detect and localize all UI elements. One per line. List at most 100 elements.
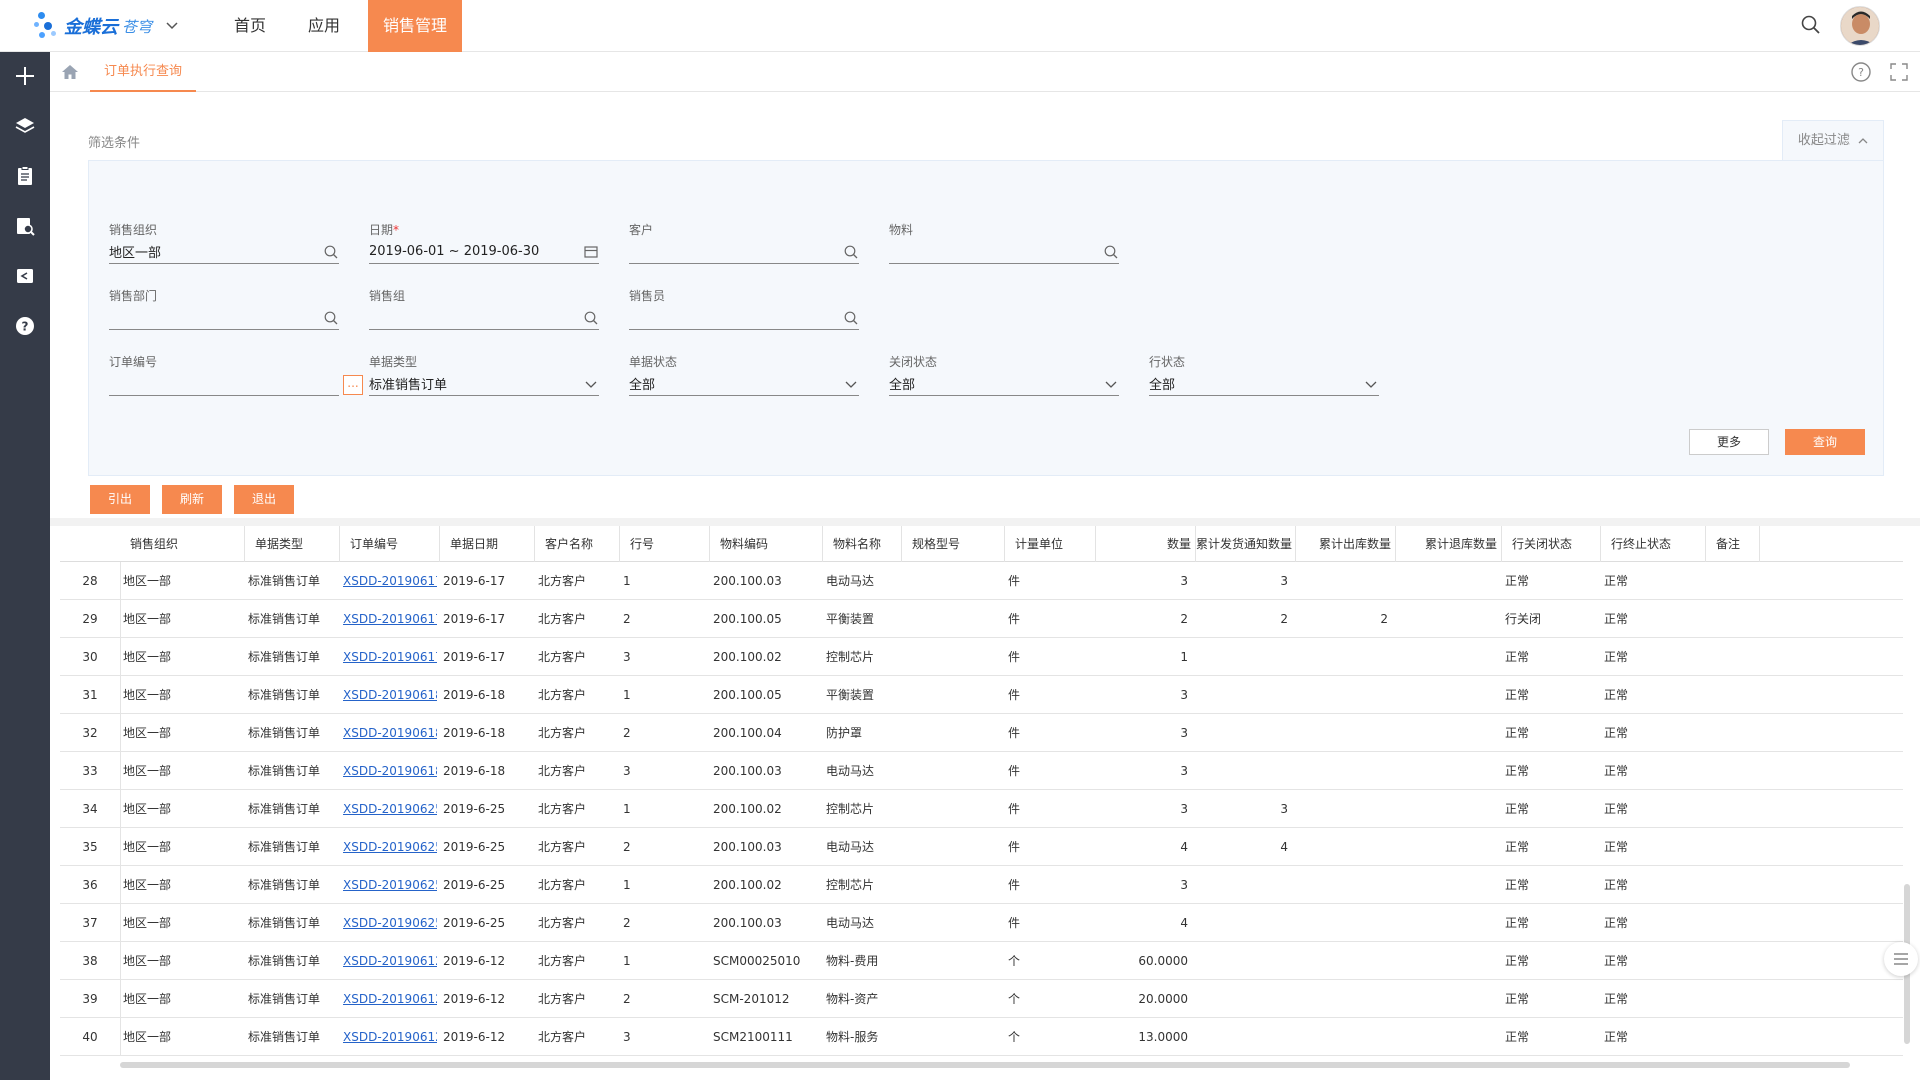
field-doc-type[interactable]: 单据类型 标准销售订单 bbox=[369, 353, 599, 396]
table-row[interactable]: 40 地区一部 标准销售订单 XSDD-20190612-0007 2019-6-12 北… bbox=[60, 1018, 1903, 1056]
doc-type: 标准销售订单 bbox=[248, 650, 321, 664]
order-link[interactable]: XSDD-20190618-0007 bbox=[343, 752, 437, 790]
order-link[interactable]: XSDD-20190617-0005 bbox=[343, 562, 437, 600]
order-link[interactable]: XSDD-20190617-0005 bbox=[343, 600, 437, 638]
field-salesperson[interactable]: 销售员 bbox=[629, 287, 859, 330]
col-material-code-header[interactable]: 物料编码 bbox=[710, 526, 823, 562]
field-label: 行状态 bbox=[1149, 355, 1186, 369]
field-row-status[interactable]: 行状态 全部 bbox=[1149, 353, 1379, 396]
table-row[interactable]: 33地区一部标准销售订单XSDD-20190618-00072019-6-18北… bbox=[60, 752, 1903, 790]
field-sales-org[interactable]: 销售组织 地区一部 bbox=[109, 221, 339, 264]
fullscreen-icon[interactable] bbox=[1888, 61, 1910, 83]
table-row[interactable]: 36 地区一部 标准销售订单 XSDD-20190625-0007 2019-6-25 北… bbox=[60, 866, 1903, 904]
field-doc-status[interactable]: 单据状态 全部 bbox=[629, 353, 859, 396]
help-circle-icon[interactable]: ? bbox=[1850, 61, 1872, 83]
clipboard-icon[interactable] bbox=[12, 163, 38, 189]
col-line-no-header[interactable]: 行号 bbox=[620, 526, 710, 562]
customer: 北方客户 bbox=[538, 574, 587, 588]
inbox-icon[interactable] bbox=[12, 263, 38, 289]
help-icon[interactable]: ? bbox=[12, 313, 38, 339]
table-row[interactable]: 35 地区一部 标准销售订单 XSDD-20190625-0006 2019-6-25 北… bbox=[60, 828, 1903, 866]
order-link[interactable]: XSDD-20190618-0007 bbox=[343, 676, 437, 714]
search-icon[interactable] bbox=[843, 310, 859, 326]
order-no-picker-button[interactable]: ... bbox=[343, 375, 363, 395]
table-row[interactable]: 34 地区一部 标准销售订单 XSDD-20190625-0006 2019-6-25 北… bbox=[60, 790, 1903, 828]
chevron-down-icon[interactable] bbox=[166, 19, 178, 33]
col-doc-date-header[interactable]: 单据日期 bbox=[440, 526, 535, 562]
search-icon[interactable] bbox=[583, 310, 599, 326]
nav-item-home[interactable]: 首页 bbox=[220, 0, 280, 52]
table-row[interactable]: 31地区一部标准销售订单XSDD-20190618-00072019-6-18北… bbox=[60, 676, 1903, 714]
order-link[interactable]: XSDD-20190625-0006 bbox=[343, 828, 437, 866]
table-row[interactable]: 32地区一部标准销售订单XSDD-20190618-00072019-6-18北… bbox=[60, 714, 1903, 752]
collapse-filter-button[interactable]: 收起过滤 bbox=[1782, 120, 1884, 162]
field-sales-group[interactable]: 销售组 bbox=[369, 287, 599, 330]
chevron-down-icon[interactable] bbox=[843, 376, 859, 392]
col-customer-header[interactable]: 客户名称 bbox=[535, 526, 620, 562]
nav-item-sales[interactable]: 销售管理 bbox=[368, 0, 463, 52]
order-link[interactable]: XSDD-20190612-0007 bbox=[343, 980, 437, 1018]
refresh-button[interactable]: 刷新 bbox=[162, 485, 222, 514]
brand-logo[interactable]: 金蝶云 苍穹 bbox=[34, 10, 178, 42]
col-out-qty-header[interactable]: 累计出库数量 bbox=[1296, 526, 1396, 562]
search-icon[interactable] bbox=[323, 310, 339, 326]
home-icon[interactable] bbox=[61, 63, 79, 81]
chevron-down-icon[interactable] bbox=[1363, 376, 1379, 392]
col-spec-header[interactable]: 规格型号 bbox=[902, 526, 1005, 562]
horizontal-scrollbar[interactable] bbox=[120, 1062, 1850, 1068]
table-row[interactable]: 37 地区一部 标准销售订单 XSDD-20190625-0007 2019-6-25 北… bbox=[60, 904, 1903, 942]
col-stop-status-header[interactable]: 行终止状态 bbox=[1601, 526, 1706, 562]
field-date[interactable]: 日期* 2019-06-01 ~ 2019-06-30 bbox=[369, 221, 599, 264]
field-close-status[interactable]: 关闭状态 全部 bbox=[889, 353, 1119, 396]
export-button[interactable]: 引出 bbox=[90, 485, 150, 514]
order-link[interactable]: XSDD-20190625-0006 bbox=[343, 790, 437, 828]
search-icon[interactable] bbox=[323, 244, 339, 260]
col-remark-header[interactable]: 备注 bbox=[1706, 526, 1760, 562]
table-row[interactable]: 29 地区一部 标准销售订单 XSDD-20190617-0005 2019-6-17 北… bbox=[60, 600, 1903, 638]
table-row[interactable]: 28 地区一部 标准销售订单 XSDD-20190617-0005 2019-6-17 北… bbox=[60, 562, 1903, 600]
col-order-no-header[interactable]: 订单编号 bbox=[340, 526, 440, 562]
unit: 件 bbox=[1008, 764, 1021, 778]
menu-icon[interactable] bbox=[1884, 942, 1918, 976]
more-button[interactable]: 更多 bbox=[1689, 429, 1769, 455]
layers-icon[interactable] bbox=[12, 113, 38, 139]
tab-tools: ? bbox=[1850, 61, 1910, 83]
col-doc-type-header[interactable]: 单据类型 bbox=[245, 526, 340, 562]
avatar[interactable] bbox=[1840, 6, 1880, 46]
document-search-icon[interactable] bbox=[12, 213, 38, 239]
query-button[interactable]: 查询 bbox=[1785, 429, 1865, 455]
tab-order-execution-query[interactable]: 订单执行查询 bbox=[90, 52, 196, 92]
col-return-qty-header[interactable]: 累计退库数量 bbox=[1396, 526, 1502, 562]
col-close-status-header[interactable]: 行关闭状态 bbox=[1502, 526, 1601, 562]
order-link[interactable]: XSDD-20190612-0007 bbox=[343, 942, 437, 980]
material-code: 200.100.05 bbox=[713, 612, 782, 626]
chevron-down-icon[interactable] bbox=[583, 376, 599, 392]
order-link[interactable]: XSDD-20190617-0005 bbox=[343, 638, 437, 676]
field-customer[interactable]: 客户 bbox=[629, 221, 859, 264]
calendar-icon[interactable] bbox=[583, 244, 599, 260]
search-icon[interactable] bbox=[1103, 244, 1119, 260]
col-sales-org-header[interactable]: 销售组织 bbox=[120, 526, 245, 562]
col-unit-header[interactable]: 计量单位 bbox=[1005, 526, 1096, 562]
col-notify-qty-header[interactable]: 累计发货通知数量 bbox=[1196, 526, 1296, 562]
search-icon[interactable] bbox=[843, 244, 859, 260]
plus-icon[interactable] bbox=[12, 63, 38, 89]
order-link[interactable]: XSDD-20190612-0007 bbox=[343, 1018, 437, 1056]
col-qty-header[interactable]: 数量 bbox=[1096, 526, 1196, 562]
order-link[interactable]: XSDD-20190625-0007 bbox=[343, 904, 437, 942]
table-row[interactable]: 39 地区一部 标准销售订单 XSDD-20190612-0007 2019-6-12 北… bbox=[60, 980, 1903, 1018]
nav-item-apps[interactable]: 应用 bbox=[294, 0, 354, 52]
out-qty bbox=[1296, 752, 1388, 790]
exit-button[interactable]: 退出 bbox=[234, 485, 294, 514]
chevron-down-icon[interactable] bbox=[1103, 376, 1119, 392]
field-sales-dept[interactable]: 销售部门 bbox=[109, 287, 339, 330]
col-material-name-header[interactable]: 物料名称 bbox=[823, 526, 902, 562]
line-no: 3 bbox=[623, 650, 631, 664]
order-link[interactable]: XSDD-20190618-0007 bbox=[343, 714, 437, 752]
order-link[interactable]: XSDD-20190625-0007 bbox=[343, 866, 437, 904]
table-row[interactable]: 38 地区一部 标准销售订单 XSDD-20190612-0007 2019-6-12 北… bbox=[60, 942, 1903, 980]
field-order-no[interactable]: 订单编号 bbox=[109, 353, 339, 396]
field-material[interactable]: 物料 bbox=[889, 221, 1119, 264]
table-row[interactable]: 30 地区一部 标准销售订单 XSDD-20190617-0005 2019-6-17 北… bbox=[60, 638, 1903, 676]
search-icon[interactable] bbox=[1800, 14, 1822, 36]
